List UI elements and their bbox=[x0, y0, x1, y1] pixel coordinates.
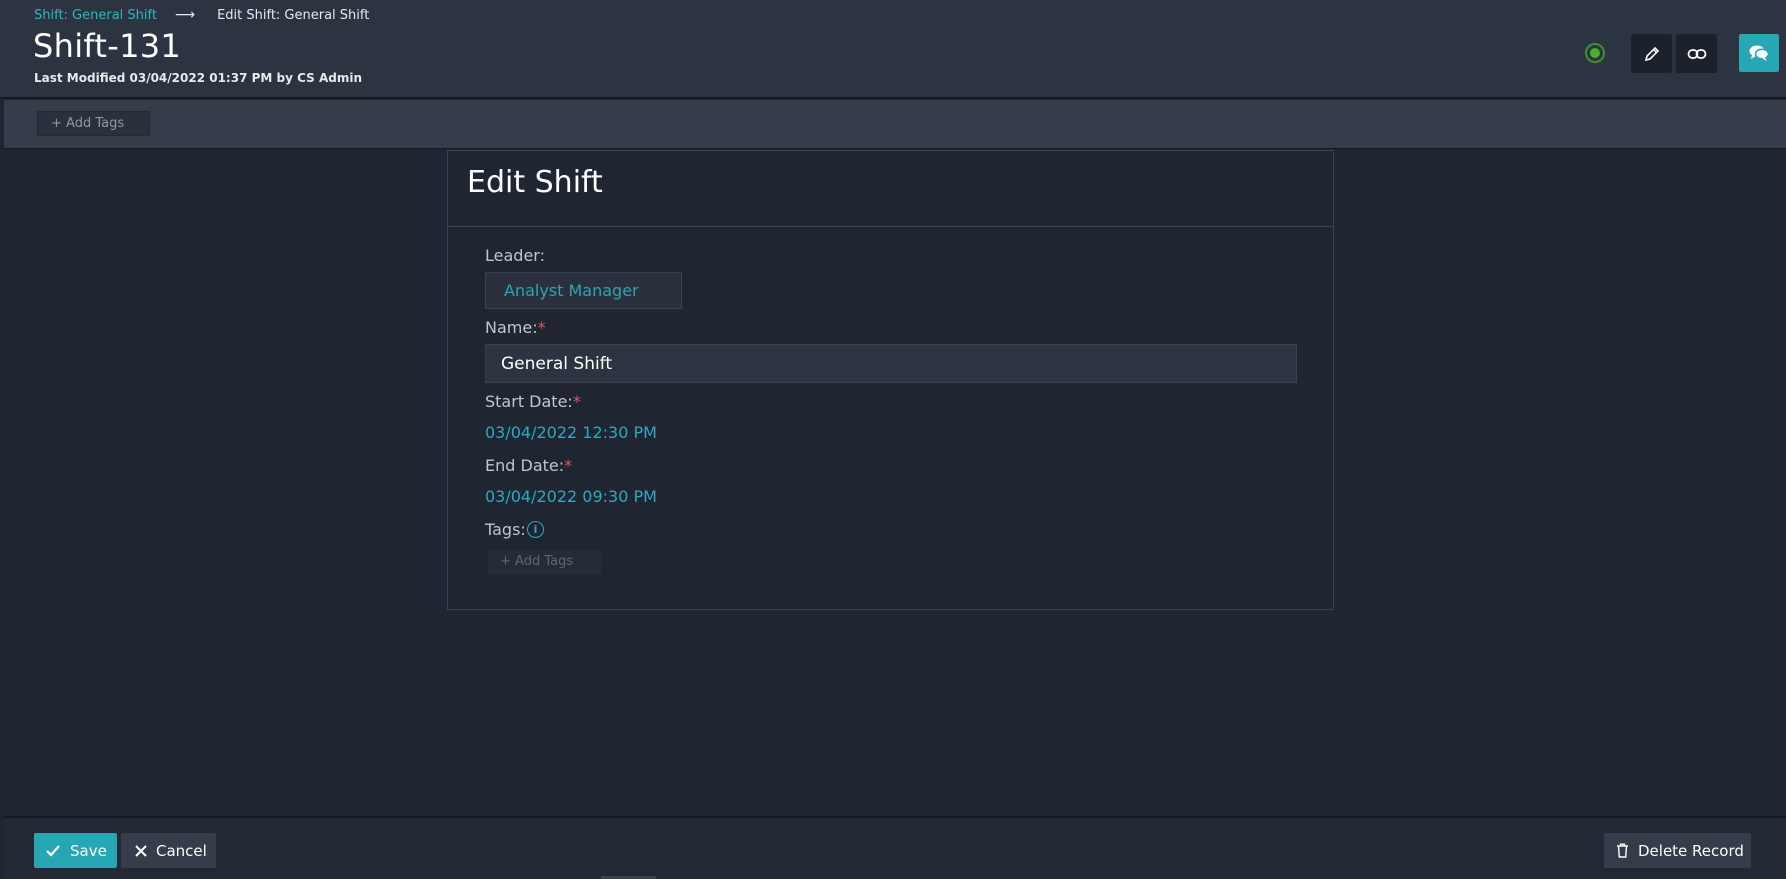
save-button[interactable]: Save bbox=[34, 833, 117, 868]
form-title: Edit Shift bbox=[448, 151, 1333, 227]
last-modified-text: Last Modified 03/04/2022 01:37 PM by CS … bbox=[34, 71, 362, 85]
start-date-label-text: Start Date: bbox=[485, 392, 573, 411]
name-label: Name:* bbox=[485, 318, 546, 337]
cancel-label: Cancel bbox=[156, 841, 207, 860]
end-date-value[interactable]: 03/04/2022 09:30 PM bbox=[485, 487, 657, 506]
leader-label-text: Leader: bbox=[485, 246, 545, 265]
link-icon bbox=[1687, 48, 1706, 59]
required-marker: * bbox=[537, 318, 546, 337]
arrow-right-icon: ⟶ bbox=[174, 7, 196, 23]
comments-button[interactable] bbox=[1739, 34, 1779, 72]
page-title: Shift-131 bbox=[33, 27, 182, 65]
start-date-value[interactable]: 03/04/2022 12:30 PM bbox=[485, 423, 657, 442]
check-icon bbox=[45, 844, 61, 858]
footer-toolbar: Save Cancel Delete Record bbox=[4, 816, 1786, 879]
name-input[interactable] bbox=[485, 344, 1297, 383]
trash-icon bbox=[1616, 843, 1629, 858]
record-header: Shift: General Shift ⟶ Edit Shift: Gener… bbox=[0, 0, 1786, 99]
breadcrumb: Shift: General Shift ⟶ Edit Shift: Gener… bbox=[34, 7, 369, 23]
pencil-icon bbox=[1644, 46, 1659, 61]
info-icon[interactable]: i bbox=[527, 521, 544, 538]
edit-shift-form: Edit Shift Leader: Analyst Manager Name:… bbox=[447, 150, 1334, 610]
start-date-label: Start Date:* bbox=[485, 392, 581, 411]
required-marker: * bbox=[572, 392, 581, 411]
record-tags-bar: + Add Tags bbox=[4, 100, 1786, 149]
cancel-button[interactable]: Cancel bbox=[121, 833, 216, 868]
link-button[interactable] bbox=[1676, 34, 1717, 73]
status-icon[interactable] bbox=[1585, 43, 1605, 63]
add-tags-button[interactable]: + Add Tags bbox=[37, 111, 150, 136]
name-label-text: Name: bbox=[485, 318, 538, 337]
save-label: Save bbox=[70, 841, 107, 860]
status-indicator bbox=[1590, 48, 1600, 58]
breadcrumb-current: Edit Shift: General Shift bbox=[217, 7, 370, 23]
leader-field[interactable]: Analyst Manager bbox=[485, 272, 682, 309]
edit-button[interactable] bbox=[1631, 34, 1672, 73]
delete-record-button[interactable]: Delete Record bbox=[1604, 833, 1751, 868]
tags-label: Tags: bbox=[485, 520, 526, 539]
end-date-label-text: End Date: bbox=[485, 456, 565, 475]
end-date-label: End Date:* bbox=[485, 456, 572, 475]
delete-label: Delete Record bbox=[1638, 841, 1744, 860]
leader-label: Leader: bbox=[485, 246, 545, 265]
breadcrumb-parent-link[interactable]: Shift: General Shift bbox=[34, 8, 157, 23]
form-add-tags-button[interactable]: + Add Tags bbox=[488, 549, 601, 575]
chat-icon bbox=[1749, 45, 1770, 61]
required-marker: * bbox=[564, 456, 573, 475]
close-icon bbox=[135, 844, 147, 857]
